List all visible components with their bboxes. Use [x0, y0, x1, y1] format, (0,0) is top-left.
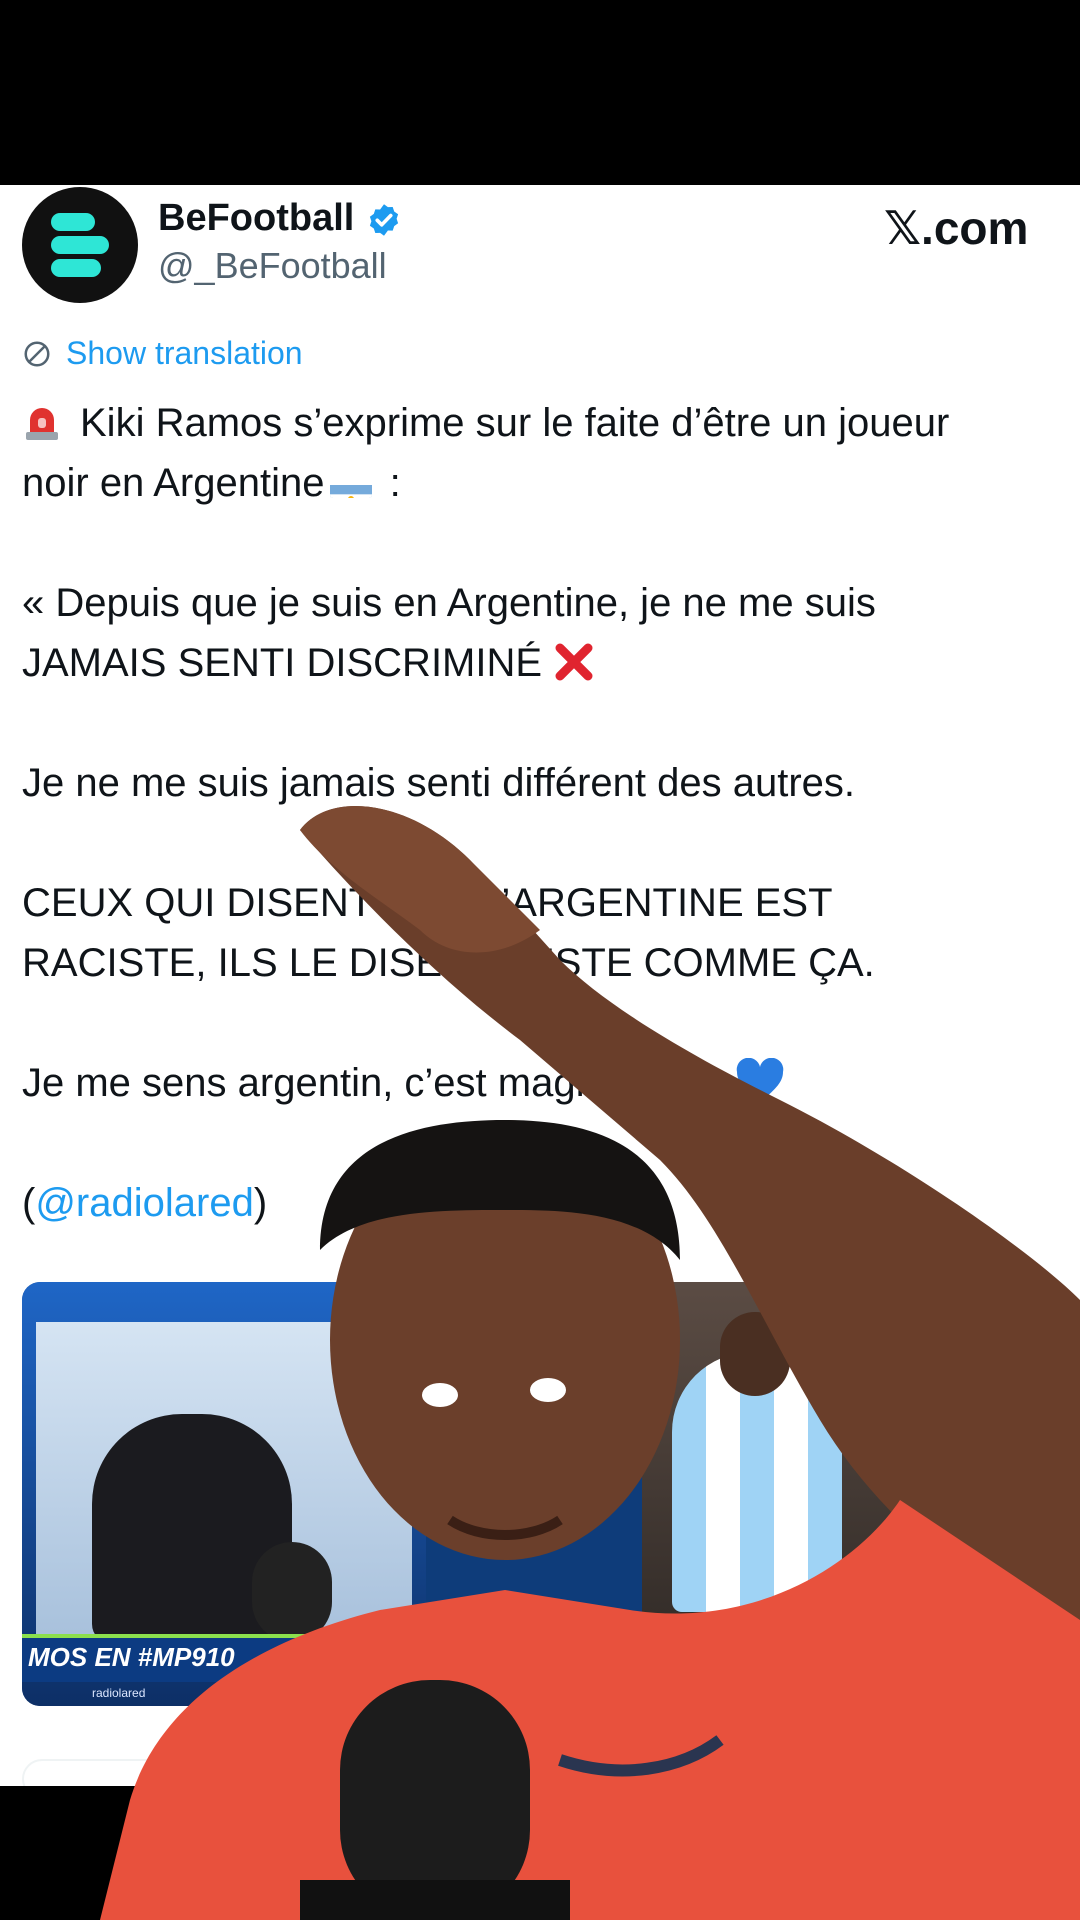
translate-row[interactable]: Show translation — [22, 335, 303, 372]
tweet-line: « Depuis que je suis en Argentine, je ne… — [22, 581, 876, 625]
card-divider — [22, 1759, 1058, 1786]
verified-badge-icon — [369, 204, 399, 236]
top-black-bar — [0, 0, 1080, 185]
globe-translate-icon — [24, 341, 50, 366]
tweet-line: RACISTE, ILS LE DISENT JUSTE COMME ÇA. — [22, 941, 875, 985]
avatar[interactable] — [22, 187, 138, 303]
show-translation-link[interactable]: Show translation — [66, 335, 303, 372]
broadcast-ticker: MOS EN #MP910 — [22, 1634, 426, 1682]
tweet-line: Je ne me suis jamais senti différent des… — [22, 761, 856, 805]
media-image-left[interactable]: MOS EN #MP910 radiolared — [22, 1282, 426, 1706]
tweet-line: JAMAIS SENTI DISCRIMINÉ — [22, 633, 1062, 693]
cross-mark-icon — [552, 640, 596, 684]
ticker-credit: radiolared — [92, 1686, 146, 1700]
x-logo: 𝕏.com — [884, 202, 1029, 254]
tweet-line: (@radiolared) — [22, 1181, 268, 1225]
blue-heart-icon — [735, 1057, 785, 1104]
tweet-media[interactable]: MOS EN #MP910 radiolared — [22, 1282, 1058, 1706]
tweet-line: Kiki Ramos s’exprime sur le faite d’être… — [22, 393, 1062, 453]
tweet-card: BeFootball @_BeFootball 𝕏.com Show trans… — [0, 185, 1080, 1786]
argentina-flag-icon — [330, 470, 373, 498]
tweet-line: noir en Argentine : — [22, 453, 1062, 513]
account-handle[interactable]: @_BeFootball — [158, 245, 387, 287]
tweet-text: Kiki Ramos s’exprime sur le faite d’être… — [22, 393, 1062, 1233]
media-image-right[interactable] — [642, 1282, 1058, 1706]
tweet-line: Je me sens argentin, c’est magnifique » — [22, 1053, 1062, 1113]
mention-link[interactable]: @radiolared — [35, 1181, 254, 1225]
police-light-icon — [22, 399, 62, 440]
bottom-black-bar — [0, 1786, 1080, 1920]
display-name[interactable]: BeFootball — [158, 197, 354, 240]
befootball-logo-icon — [51, 213, 109, 277]
tweet-line: CEUX QUI DISENT QUE L’ARGENTINE EST — [22, 881, 833, 925]
